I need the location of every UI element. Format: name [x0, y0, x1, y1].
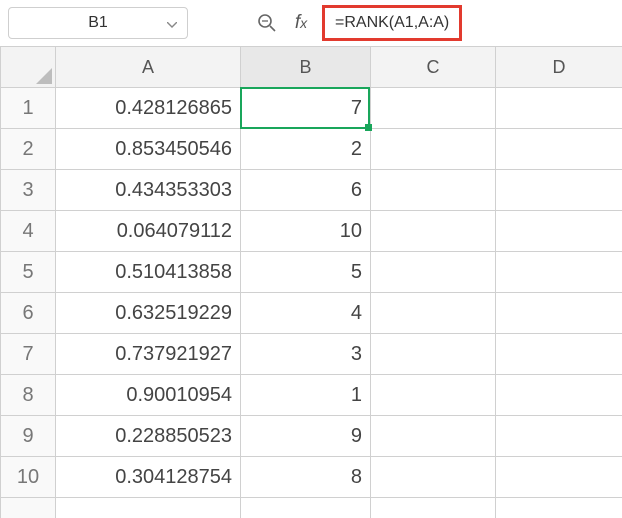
row-header[interactable]: 7 — [1, 334, 56, 375]
cell-A10[interactable]: 0.304128754 — [56, 457, 241, 498]
row: 5 0.510413858 5 — [1, 252, 622, 293]
cell-C3[interactable] — [371, 170, 496, 211]
cell-C2[interactable] — [371, 129, 496, 170]
row: 3 0.434353303 6 — [1, 170, 622, 211]
cell-C4[interactable] — [371, 211, 496, 252]
row: 2 0.853450546 2 — [1, 129, 622, 170]
column-header-row: A B C D — [1, 47, 622, 88]
cell-C9[interactable] — [371, 416, 496, 457]
cell-C5[interactable] — [371, 252, 496, 293]
cell-D10[interactable] — [496, 457, 622, 498]
cell-B5[interactable]: 5 — [241, 252, 371, 293]
cell-D9[interactable] — [496, 416, 622, 457]
search-icon[interactable] — [254, 10, 280, 36]
row-header[interactable]: 6 — [1, 293, 56, 334]
cell-B3[interactable]: 6 — [241, 170, 371, 211]
cell-A7[interactable]: 0.737921927 — [56, 334, 241, 375]
cell-C8[interactable] — [371, 375, 496, 416]
row-header[interactable]: 4 — [1, 211, 56, 252]
cell-B7[interactable]: 3 — [241, 334, 371, 375]
chevron-down-icon — [167, 13, 177, 33]
cell-A9[interactable]: 0.228850523 — [56, 416, 241, 457]
row: 6 0.632519229 4 — [1, 293, 622, 334]
row-header[interactable]: 3 — [1, 170, 56, 211]
formula-toolbar: B1 fx =RANK(A1,A:A) — [0, 0, 622, 46]
cell-C7[interactable] — [371, 334, 496, 375]
row-header[interactable]: 10 — [1, 457, 56, 498]
cell-B2[interactable]: 2 — [241, 129, 371, 170]
cell-D7[interactable] — [496, 334, 622, 375]
cell-A4[interactable]: 0.064079112 — [56, 211, 241, 252]
cell-D6[interactable] — [496, 293, 622, 334]
cell-D4[interactable] — [496, 211, 622, 252]
row: 8 0.90010954 1 — [1, 375, 622, 416]
col-header-B[interactable]: B — [241, 47, 371, 88]
cell-D8[interactable] — [496, 375, 622, 416]
row-header[interactable]: 2 — [1, 129, 56, 170]
row — [1, 498, 622, 518]
row: 4 0.064079112 10 — [1, 211, 622, 252]
col-header-C[interactable]: C — [371, 47, 496, 88]
cell-B1[interactable]: 7 — [241, 88, 371, 129]
select-all-corner[interactable] — [1, 47, 56, 88]
cell-C10[interactable] — [371, 457, 496, 498]
cell-A8[interactable]: 0.90010954 — [56, 375, 241, 416]
cell-A1[interactable]: 0.428126865 — [56, 88, 241, 129]
cell-B8[interactable]: 1 — [241, 375, 371, 416]
cell[interactable] — [496, 498, 622, 518]
cell-C6[interactable] — [371, 293, 496, 334]
cell-C1[interactable] — [371, 88, 496, 129]
row-header[interactable]: 5 — [1, 252, 56, 293]
row: 7 0.737921927 3 — [1, 334, 622, 375]
row: 9 0.228850523 9 — [1, 416, 622, 457]
cell-D1[interactable] — [496, 88, 622, 129]
cell-B4[interactable]: 10 — [241, 211, 371, 252]
row-header[interactable] — [1, 498, 56, 518]
name-box-value: B1 — [88, 14, 108, 32]
cell[interactable] — [371, 498, 496, 518]
row: 1 0.428126865 7 — [1, 88, 622, 129]
cell-D5[interactable] — [496, 252, 622, 293]
row-header[interactable]: 1 — [1, 88, 56, 129]
cell-D2[interactable] — [496, 129, 622, 170]
formula-bar[interactable]: =RANK(A1,A:A) — [322, 5, 462, 41]
row-header[interactable]: 9 — [1, 416, 56, 457]
formula-text: =RANK(A1,A:A) — [335, 14, 449, 32]
cell[interactable] — [241, 498, 371, 518]
col-header-D[interactable]: D — [496, 47, 622, 88]
cell-D3[interactable] — [496, 170, 622, 211]
cell-A6[interactable]: 0.632519229 — [56, 293, 241, 334]
row: 10 0.304128754 8 — [1, 457, 622, 498]
row-header[interactable]: 8 — [1, 375, 56, 416]
cell-B10[interactable]: 8 — [241, 457, 371, 498]
spreadsheet-grid: A B C D 1 0.428126865 7 2 0.853450546 2 … — [0, 46, 622, 518]
cell[interactable] — [56, 498, 241, 518]
cell-A2[interactable]: 0.853450546 — [56, 129, 241, 170]
cell-B6[interactable]: 4 — [241, 293, 371, 334]
cell-A3[interactable]: 0.434353303 — [56, 170, 241, 211]
col-header-A[interactable]: A — [56, 47, 241, 88]
name-box[interactable]: B1 — [8, 7, 188, 39]
cell-B9[interactable]: 9 — [241, 416, 371, 457]
cell-A5[interactable]: 0.510413858 — [56, 252, 241, 293]
fx-icon[interactable]: fx — [288, 10, 314, 36]
